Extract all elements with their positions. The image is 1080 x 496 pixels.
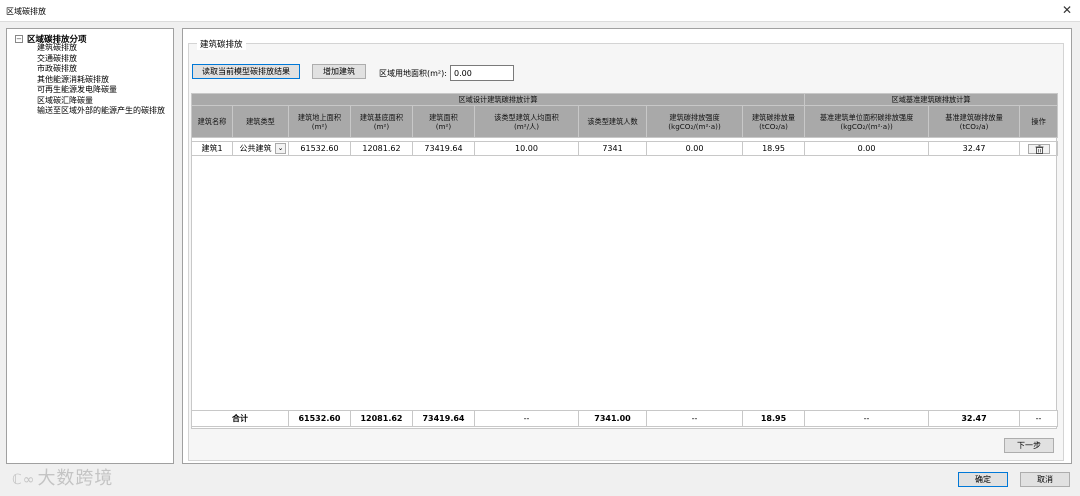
cell-base-area[interactable]: 12081.62 bbox=[350, 141, 413, 156]
tree-item-municipal[interactable]: 市政碳排放 bbox=[37, 64, 165, 75]
total-above-area: 61532.60 bbox=[288, 410, 351, 427]
building-type-value: 公共建筑 bbox=[239, 144, 272, 153]
total-label: 合计 bbox=[191, 410, 289, 427]
category-tree: − 区域碳排放分项 建筑碳排放 交通碳排放 市政碳排放 其他能源消耗碳排放 可再… bbox=[6, 28, 174, 464]
col-header: 操作 bbox=[1019, 105, 1059, 138]
cell-intensity[interactable]: 0.00 bbox=[646, 141, 743, 156]
cell-floor-area[interactable]: 73419.64 bbox=[412, 141, 475, 156]
tree-item-export-energy[interactable]: 输送至区域外部的能源产生的碳排放 bbox=[37, 106, 165, 117]
col-header: 该类型建筑人均面积 (m²/人) bbox=[474, 105, 579, 138]
tree-item-renewable[interactable]: 可再生能源发电降碳量 bbox=[37, 85, 165, 96]
col-header: 基准建筑碳排放量 (tCO₂/a) bbox=[928, 105, 1021, 138]
total-emission: 18.95 bbox=[742, 410, 805, 427]
col-header: 建筑面积 (m²) bbox=[412, 105, 475, 138]
cell-name[interactable]: 建筑1 bbox=[191, 141, 233, 156]
tree-item-other-energy[interactable]: 其他能源消耗碳排放 bbox=[37, 75, 165, 86]
watermark-text: 大数跨境 bbox=[37, 468, 114, 489]
total-floor-area: 73419.64 bbox=[412, 410, 475, 427]
total-op: -- bbox=[1019, 410, 1058, 427]
cell-per-capita[interactable]: 10.00 bbox=[474, 141, 579, 156]
col-header: 基准建筑单位面积碳排放强度 (kgCO₂/(m²·a)) bbox=[804, 105, 930, 138]
col-header: 建筑地上面积 (m²) bbox=[288, 105, 351, 138]
next-step-button[interactable]: 下一步 bbox=[1004, 438, 1054, 453]
total-baseline-emission: 32.47 bbox=[928, 410, 1020, 427]
area-label: 区域用地面积(m²): bbox=[379, 69, 447, 78]
watermark: ℂ∞ 大数跨境 bbox=[12, 464, 113, 490]
cell-baseline-emission: 32.47 bbox=[928, 141, 1021, 156]
table-row[interactable]: 建筑1 公共建筑 ⌄ 61532.60 12081.62 73419.64 10… bbox=[191, 141, 1059, 156]
chevron-down-icon[interactable]: ⌄ bbox=[275, 143, 286, 154]
col-header: 建筑碳排放强度 (kgCO₂/(m²·a)) bbox=[646, 105, 743, 138]
collapse-icon[interactable]: − bbox=[15, 35, 23, 43]
cell-emission: 18.95 bbox=[741, 141, 806, 156]
total-intensity: -- bbox=[646, 410, 743, 427]
total-base-area: 12081.62 bbox=[350, 410, 413, 427]
watermark-logo-icon: ℂ∞ bbox=[12, 472, 36, 488]
total-baseline-intensity: -- bbox=[804, 410, 929, 427]
read-model-result-button[interactable]: 读取当前模型碳排放结果 bbox=[192, 64, 300, 79]
group-title: 建筑碳排放 bbox=[197, 38, 246, 50]
cell-above-area[interactable]: 61532.60 bbox=[288, 141, 351, 156]
col-header: 该类型建筑人数 bbox=[578, 105, 647, 138]
tree-item-transport[interactable]: 交通碳排放 bbox=[37, 54, 165, 65]
building-type-select[interactable]: 公共建筑 ⌄ bbox=[232, 141, 289, 156]
cancel-button[interactable]: 取消 bbox=[1020, 472, 1070, 487]
tree-item-building[interactable]: 建筑碳排放 bbox=[37, 43, 165, 54]
cell-operation bbox=[1019, 141, 1059, 156]
design-group-header: 区域设计建筑碳排放计算 bbox=[190, 93, 806, 106]
tree-item-carbon-sink[interactable]: 区域碳汇降碳量 bbox=[37, 96, 165, 107]
window-title: 区域碳排放 bbox=[6, 7, 46, 16]
total-people: 7341.00 bbox=[578, 410, 647, 427]
baseline-group-header: 区域基准建筑碳排放计算 bbox=[804, 93, 1059, 106]
col-header: 建筑类型 bbox=[232, 105, 289, 138]
totals-row: 合计 61532.60 12081.62 73419.64 -- 7341.00… bbox=[191, 410, 1058, 427]
ok-button[interactable]: 确定 bbox=[958, 472, 1008, 487]
col-header: 建筑基底面积 (m²) bbox=[350, 105, 413, 138]
close-icon[interactable]: ✕ bbox=[1062, 3, 1072, 17]
col-header: 建筑碳排放量 (tCO₂/a) bbox=[741, 105, 806, 138]
cell-baseline-intensity[interactable]: 0.00 bbox=[804, 141, 930, 156]
emission-table: 区域设计建筑碳排放计算 区域基准建筑碳排放计算 建筑名称 建筑类型 建筑地上面积… bbox=[190, 93, 1059, 429]
tree-items: 建筑碳排放 交通碳排放 市政碳排放 其他能源消耗碳排放 可再生能源发电降碳量 区… bbox=[37, 43, 165, 117]
trash-icon[interactable] bbox=[1027, 143, 1050, 154]
col-header: 建筑名称 bbox=[191, 105, 233, 138]
title-bar: 区域碳排放 ✕ bbox=[0, 0, 1080, 22]
cell-people[interactable]: 7341 bbox=[578, 141, 647, 156]
total-per-capita: -- bbox=[474, 410, 579, 427]
area-input[interactable] bbox=[450, 65, 514, 81]
add-building-button[interactable]: 增加建筑 bbox=[312, 64, 366, 79]
